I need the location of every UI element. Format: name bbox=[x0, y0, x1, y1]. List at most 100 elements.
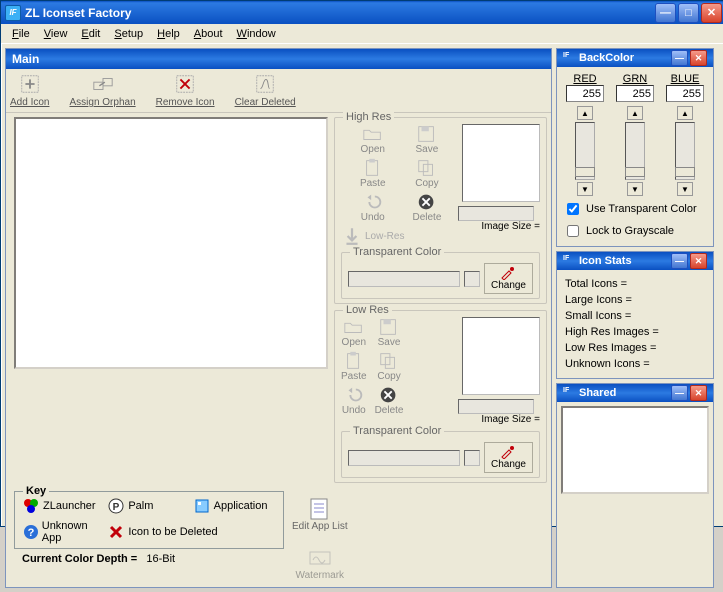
clear-deleted-button[interactable]: Clear Deleted bbox=[235, 73, 296, 108]
shared-panel: IF Shared —✕ bbox=[556, 383, 714, 588]
stat-large: Large Icons = bbox=[565, 292, 705, 308]
paste-icon bbox=[362, 158, 384, 178]
arrow-down-icon bbox=[341, 226, 363, 246]
ccd-label: Current Color Depth = bbox=[22, 553, 137, 565]
lr-transparent-swatch bbox=[464, 450, 480, 466]
lr-copy-button[interactable]: Copy bbox=[377, 351, 400, 382]
iconstats-close-button[interactable]: ✕ bbox=[690, 253, 707, 269]
hr-paste-button[interactable]: Paste bbox=[360, 158, 386, 189]
lr-change-button[interactable]: Change bbox=[484, 442, 533, 473]
minimize-button[interactable]: — bbox=[655, 3, 676, 23]
menu-window[interactable]: Window bbox=[230, 26, 283, 42]
paste-icon bbox=[343, 351, 365, 371]
blue-up-button[interactable]: ▲ bbox=[677, 106, 693, 120]
folder-open-icon bbox=[362, 124, 384, 144]
hr-size-bar bbox=[458, 206, 534, 221]
menu-help[interactable]: Help bbox=[150, 26, 187, 42]
assign-icon bbox=[92, 73, 114, 95]
hr-transparent-group: Transparent Color Change bbox=[341, 252, 540, 299]
add-icon-button[interactable]: Add Icon bbox=[10, 73, 49, 108]
lr-delete-button[interactable]: Delete bbox=[375, 385, 404, 416]
hr-transparent-legend: Transparent Color bbox=[350, 246, 444, 258]
red-label: RED bbox=[573, 73, 596, 85]
palm-icon: P bbox=[108, 498, 124, 514]
hr-open-button[interactable]: Open bbox=[361, 124, 385, 155]
menu-view[interactable]: View bbox=[37, 26, 75, 42]
use-transparent-checkbox[interactable]: Use Transparent Color bbox=[563, 200, 707, 218]
backcolor-close-button[interactable]: ✕ bbox=[690, 50, 707, 66]
key-legend: Key bbox=[23, 485, 49, 497]
hr-delete-button[interactable]: Delete bbox=[412, 192, 441, 223]
shared-title: Shared bbox=[579, 387, 616, 399]
hr-preview bbox=[462, 124, 540, 202]
low-res-group: Low Res Open Paste Undo Save Co bbox=[334, 310, 547, 483]
grn-slider[interactable] bbox=[625, 122, 645, 180]
window-title: ZL Iconset Factory bbox=[25, 6, 655, 20]
hr-transparent-bar bbox=[348, 271, 460, 287]
x-red-icon bbox=[108, 524, 124, 540]
eyedropper-icon bbox=[500, 266, 516, 280]
shared-close-button[interactable]: ✕ bbox=[690, 385, 707, 401]
shared-list[interactable] bbox=[561, 406, 709, 494]
stat-lowres: Low Res Images = bbox=[565, 340, 705, 356]
hr-copy-button[interactable]: Copy bbox=[415, 158, 438, 189]
clear-icon bbox=[254, 73, 276, 95]
backcolor-min-button[interactable]: — bbox=[671, 50, 688, 66]
lr-open-button[interactable]: Open bbox=[342, 317, 366, 348]
main-panel-title: Main bbox=[6, 49, 551, 69]
menu-file[interactable]: File bbox=[5, 26, 37, 42]
assign-orphan-button[interactable]: Assign Orphan bbox=[69, 73, 135, 108]
hr-save-button[interactable]: Save bbox=[416, 124, 439, 155]
main-panel-label: Main bbox=[12, 52, 39, 66]
blue-down-button[interactable]: ▼ bbox=[677, 182, 693, 196]
hr-image-size-label: Image Size = bbox=[458, 221, 540, 232]
iconstats-min-button[interactable]: — bbox=[671, 253, 688, 269]
hr-undo-button[interactable]: Undo bbox=[361, 192, 385, 223]
panel-icon: IF bbox=[563, 387, 575, 399]
edit-app-list-button[interactable]: Edit App List bbox=[292, 497, 348, 532]
backcolor-panel: IF BackColor —✕ RED ▲ ▼ bbox=[556, 48, 714, 247]
grn-down-button[interactable]: ▼ bbox=[627, 182, 643, 196]
remove-icon bbox=[174, 73, 196, 95]
hr-lowres-button[interactable]: Low-Res bbox=[341, 226, 404, 246]
lr-save-button[interactable]: Save bbox=[378, 317, 401, 348]
grn-up-button[interactable]: ▲ bbox=[627, 106, 643, 120]
clear-deleted-label: Clear Deleted bbox=[235, 97, 296, 108]
low-res-legend: Low Res bbox=[343, 304, 392, 316]
lock-gray-checkbox[interactable]: Lock to Grayscale bbox=[563, 222, 707, 240]
high-res-legend: High Res bbox=[343, 111, 394, 123]
remove-icon-button[interactable]: Remove Icon bbox=[156, 73, 215, 108]
use-transparent-input[interactable] bbox=[567, 203, 579, 215]
shared-min-button[interactable]: — bbox=[671, 385, 688, 401]
lr-undo-button[interactable]: Undo bbox=[342, 385, 366, 416]
lr-transparent-legend: Transparent Color bbox=[350, 425, 444, 437]
menu-about[interactable]: About bbox=[187, 26, 230, 42]
close-button[interactable]: ✕ bbox=[701, 3, 722, 23]
high-res-group: High Res Open Paste Undo Low-Res bbox=[334, 117, 547, 304]
red-up-button[interactable]: ▲ bbox=[577, 106, 593, 120]
svg-text:P: P bbox=[113, 502, 120, 513]
delete-icon bbox=[378, 385, 400, 405]
blue-slider[interactable] bbox=[675, 122, 695, 180]
lr-paste-button[interactable]: Paste bbox=[341, 351, 367, 382]
menu-edit[interactable]: Edit bbox=[74, 26, 107, 42]
maximize-button[interactable]: □ bbox=[678, 3, 699, 23]
undo-icon bbox=[362, 192, 384, 212]
undo-icon bbox=[343, 385, 365, 405]
grn-input[interactable] bbox=[616, 85, 654, 102]
stat-highres: High Res Images = bbox=[565, 324, 705, 340]
panel-icon: IF bbox=[563, 255, 575, 267]
lr-preview bbox=[462, 317, 540, 395]
lock-gray-input[interactable] bbox=[567, 225, 579, 237]
copy-icon bbox=[378, 351, 400, 371]
menu-setup[interactable]: Setup bbox=[107, 26, 150, 42]
hr-change-button[interactable]: Change bbox=[484, 263, 533, 294]
plus-icon bbox=[19, 73, 41, 95]
red-down-button[interactable]: ▼ bbox=[577, 182, 593, 196]
blue-input[interactable] bbox=[666, 85, 704, 102]
icon-list-canvas[interactable] bbox=[14, 117, 328, 369]
assign-orphan-label: Assign Orphan bbox=[69, 97, 135, 108]
watermark-button[interactable]: Watermark bbox=[296, 546, 345, 581]
red-input[interactable] bbox=[566, 85, 604, 102]
red-slider[interactable] bbox=[575, 122, 595, 180]
